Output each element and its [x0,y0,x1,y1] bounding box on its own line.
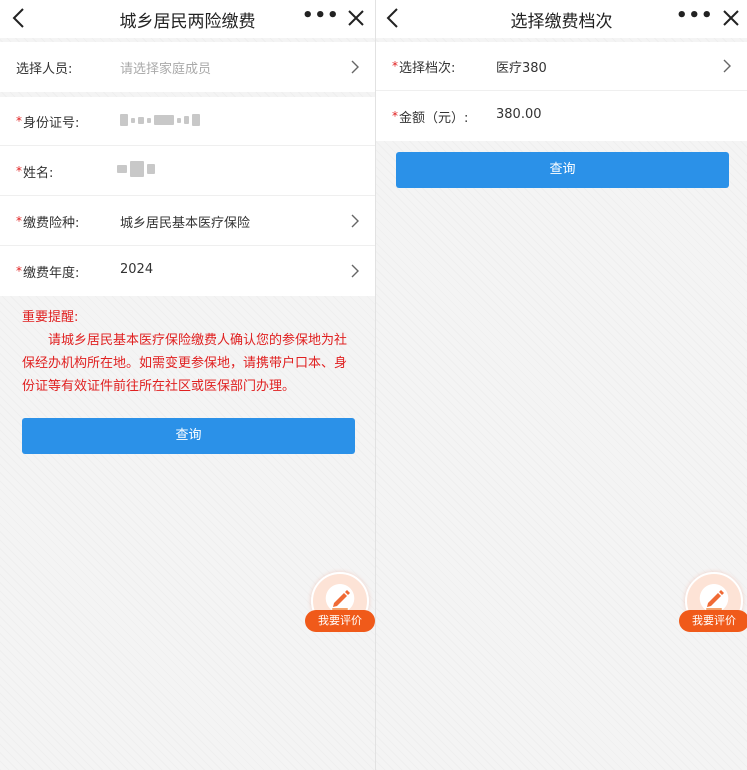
payment-year-label-text: 缴费年度: [23,266,80,281]
id-number-value-masked [120,114,200,126]
id-number-label: *身份证号: [16,112,79,131]
select-person-label: 选择人员: [16,62,73,77]
required-mark: * [16,114,22,128]
important-notice: 重要提醒: 请城乡居民基本医疗保险缴费人确认您的参保地为社保经办机构所在地。如需… [22,306,358,398]
chevron-right-icon [351,264,359,278]
payment-year-value: 2024 [120,262,154,277]
payment-year-label: *缴费年度: [16,262,79,281]
close-icon[interactable] [344,6,368,30]
select-tier-label-text: 选择档次: [399,61,456,76]
required-mark: * [16,214,22,228]
close-icon[interactable] [719,6,743,30]
more-dots-icon[interactable]: ••• [676,5,713,29]
payment-year-row[interactable]: *缴费年度: 2024 [0,247,375,296]
back-arrow-icon[interactable] [8,6,32,30]
select-tier-value: 医疗380 [496,61,547,76]
amount-row: *金额（元）: 380.00 [376,92,747,141]
back-arrow-icon[interactable] [382,6,406,30]
insurance-type-row[interactable]: *缴费险种: 城乡居民基本医疗保险 [0,197,375,246]
insurance-type-value: 城乡居民基本医疗保险 [120,216,251,231]
required-mark: * [392,59,398,73]
chevron-right-icon [351,60,359,74]
notice-title: 重要提醒: [22,310,79,325]
more-dots-icon[interactable]: ••• [302,5,339,29]
name-value-masked [117,161,155,177]
form-fields: *身份证号: *姓名: *缴费险种: 城乡居民基本医疗保险 *缴费年度: 202… [0,97,375,296]
rate-button[interactable]: 我要评价 [679,572,747,638]
notice-body: 请城乡居民基本医疗保险缴费人确认您的参保地为社保经办机构所在地。如需变更参保地，… [22,333,348,394]
navbar: 选择缴费档次 ••• [376,0,747,38]
select-person-row[interactable]: 选择人员: 请选择家庭成员 [0,42,375,92]
amount-label-text: 金额（元）: [399,111,469,126]
required-mark: * [16,264,22,278]
pencil-edit-icon [706,590,724,610]
required-mark: * [16,164,22,178]
rate-button[interactable]: 我要评价 [305,572,375,638]
navbar: 城乡居民两险缴费 ••• [0,0,375,38]
name-row[interactable]: *姓名: [0,147,375,196]
rate-label: 我要评价 [679,610,747,632]
form-fields: *选择档次: 医疗380 *金额（元）: 380.00 [376,42,747,141]
rate-label: 我要评价 [305,610,375,632]
amount-value: 380.00 [496,107,542,122]
query-button[interactable]: 查询 [396,152,729,188]
amount-label: *金额（元）: [392,107,468,126]
name-label: *姓名: [16,162,53,181]
query-button[interactable]: 查询 [22,418,355,454]
id-number-row[interactable]: *身份证号: [0,97,375,146]
name-label-text: 姓名: [23,166,54,181]
required-mark: * [392,109,398,123]
insurance-type-label-text: 缴费险种: [23,216,80,231]
select-tier-row[interactable]: *选择档次: 医疗380 [376,42,747,91]
pencil-edit-icon [332,590,350,610]
select-person-placeholder: 请选择家庭成员 [120,62,212,77]
chevron-right-icon [351,214,359,228]
insurance-type-label: *缴费险种: [16,212,79,231]
id-number-label-text: 身份证号: [23,116,80,131]
right-screen: 选择缴费档次 ••• *选择档次: 医疗380 *金额（元）: 380.00 查… [375,0,747,770]
chevron-right-icon [723,59,731,73]
select-tier-label: *选择档次: [392,57,455,76]
left-screen: 城乡居民两险缴费 ••• 选择人员: 请选择家庭成员 *身份证号: *姓名: *… [0,0,375,770]
